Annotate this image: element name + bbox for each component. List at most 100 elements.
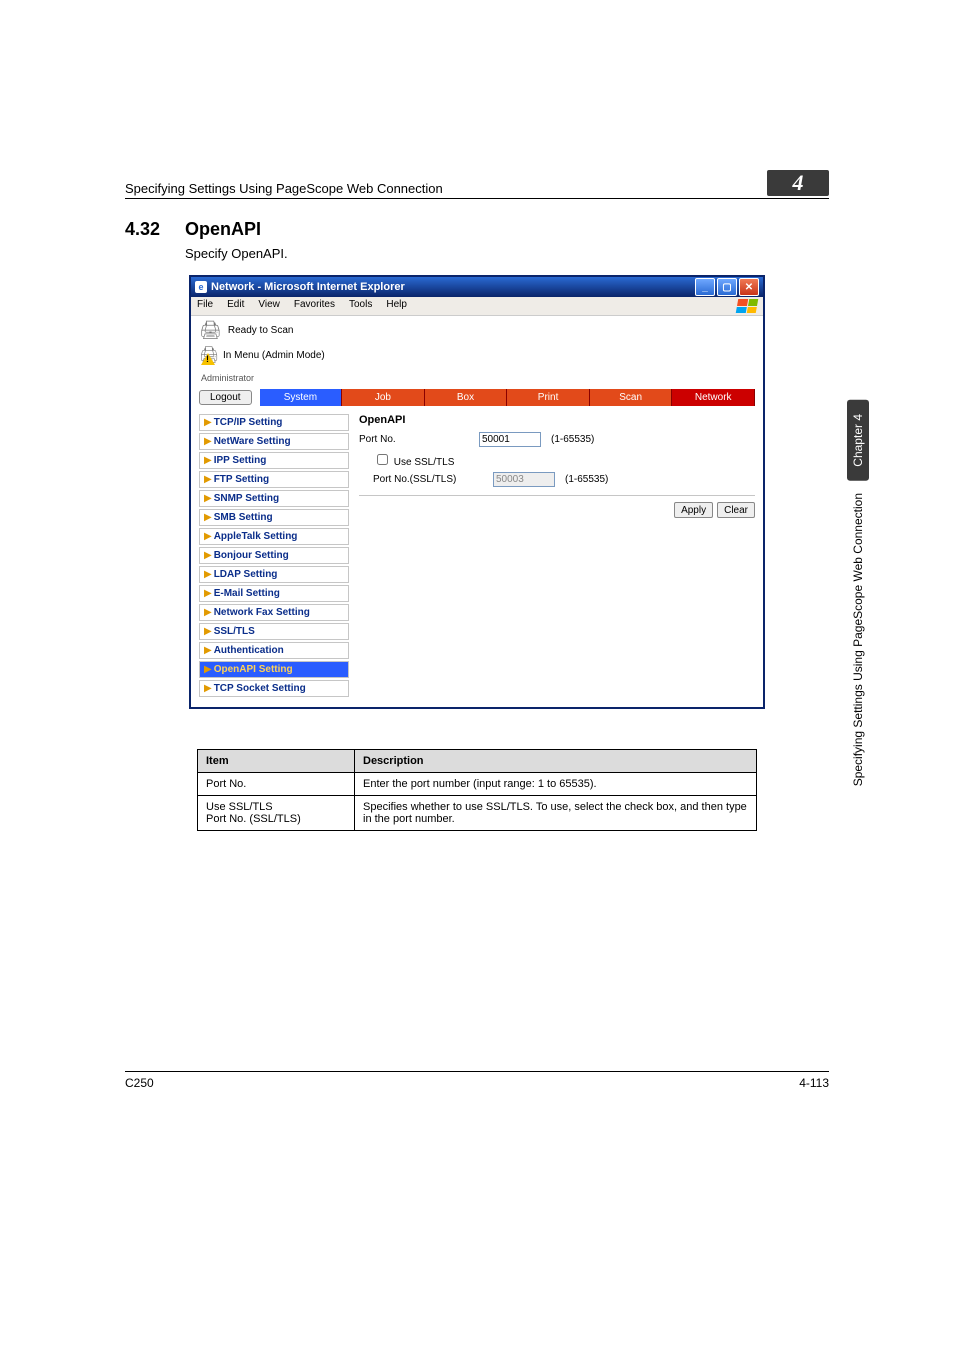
close-button[interactable]: ✕ bbox=[739, 278, 759, 296]
sidebar-item-label: IPP Setting bbox=[214, 455, 267, 466]
windows-flag-icon bbox=[736, 299, 758, 313]
footer-left: C250 bbox=[125, 1076, 154, 1090]
section-body-text: Specify OpenAPI. bbox=[185, 246, 829, 261]
panel-heading: OpenAPI bbox=[359, 414, 755, 426]
chevron-right-icon: ▶ bbox=[204, 607, 212, 618]
sidebar-item-label: SMB Setting bbox=[214, 512, 273, 523]
table-row: Use SSL/TLS Port No. (SSL/TLS) Specifies… bbox=[198, 796, 757, 831]
table-cell-item: Port No. bbox=[198, 773, 355, 796]
tab-print[interactable]: Print bbox=[507, 389, 590, 406]
table-head-item: Item bbox=[198, 750, 355, 773]
warning-icon: 🖨 bbox=[199, 345, 217, 367]
ssl-port-range: (1-65535) bbox=[565, 474, 608, 485]
sidebar-item-label: TCP/IP Setting bbox=[214, 417, 283, 428]
sidebar-item-appletalk[interactable]: ▶AppleTalk Setting bbox=[199, 528, 349, 545]
chevron-right-icon: ▶ bbox=[204, 493, 212, 504]
chevron-right-icon: ▶ bbox=[204, 550, 212, 561]
status-strip: 🖨 Ready to Scan bbox=[191, 316, 763, 345]
sidebar-item-label: TCP Socket Setting bbox=[214, 683, 306, 694]
ssl-port-label: Port No.(SSL/TLS) bbox=[359, 474, 483, 485]
ssl-port-input[interactable] bbox=[493, 472, 555, 487]
page-header-title: Specifying Settings Using PageScope Web … bbox=[125, 181, 767, 196]
menubar: File Edit View Favorites Tools Help bbox=[191, 297, 763, 316]
port-input[interactable] bbox=[479, 432, 541, 447]
sidebar-item-label: SSL/TLS bbox=[214, 626, 255, 637]
openapi-panel: OpenAPI Port No. (1-65535) Use SSL/TLS bbox=[359, 414, 755, 697]
sidebar-item-label: AppleTalk Setting bbox=[214, 531, 298, 542]
menu-view[interactable]: View bbox=[258, 299, 280, 313]
menu-file[interactable]: File bbox=[197, 299, 213, 313]
sidebar-item-ipp[interactable]: ▶IPP Setting bbox=[199, 452, 349, 469]
ie-icon: e bbox=[195, 281, 207, 293]
chevron-right-icon: ▶ bbox=[204, 683, 212, 694]
sidebar-item-label: LDAP Setting bbox=[214, 569, 278, 580]
sidebar-item-ldap[interactable]: ▶LDAP Setting bbox=[199, 566, 349, 583]
sidebar-item-ssltls[interactable]: ▶SSL/TLS bbox=[199, 623, 349, 640]
sidebar-item-openapi[interactable]: ▶OpenAPI Setting bbox=[199, 661, 349, 678]
menu-tools[interactable]: Tools bbox=[349, 299, 372, 313]
table-row: Port No. Enter the port number (input ra… bbox=[198, 773, 757, 796]
sidebar-item-label: SNMP Setting bbox=[214, 493, 279, 504]
sidebar-item-smb[interactable]: ▶SMB Setting bbox=[199, 509, 349, 526]
chevron-right-icon: ▶ bbox=[204, 436, 212, 447]
sidebar-item-authentication[interactable]: ▶Authentication bbox=[199, 642, 349, 659]
sidebar-item-netware[interactable]: ▶NetWare Setting bbox=[199, 433, 349, 450]
admin-label: Administrator bbox=[191, 371, 763, 385]
chapter-pill: Chapter 4 bbox=[847, 400, 869, 481]
sidebar-item-label: NetWare Setting bbox=[214, 436, 291, 447]
footer-right: 4-113 bbox=[799, 1076, 829, 1090]
sidebar: ▶TCP/IP Setting ▶NetWare Setting ▶IPP Se… bbox=[199, 414, 349, 697]
use-ssl-checkbox[interactable] bbox=[377, 454, 388, 465]
chevron-right-icon: ▶ bbox=[204, 455, 212, 466]
sidebar-item-networkfax[interactable]: ▶Network Fax Setting bbox=[199, 604, 349, 621]
sidebar-item-ftp[interactable]: ▶FTP Setting bbox=[199, 471, 349, 488]
sidebar-item-label: Authentication bbox=[214, 645, 284, 656]
sidebar-item-label: Bonjour Setting bbox=[214, 550, 289, 561]
tab-system[interactable]: System bbox=[260, 389, 343, 406]
logout-button[interactable]: Logout bbox=[199, 390, 252, 405]
sidebar-item-label: FTP Setting bbox=[214, 474, 269, 485]
printer-icon: 🖨 bbox=[199, 320, 222, 341]
chevron-right-icon: ▶ bbox=[204, 645, 212, 656]
minimize-button[interactable]: _ bbox=[695, 278, 715, 296]
sidebar-item-email[interactable]: ▶E-Mail Setting bbox=[199, 585, 349, 602]
chevron-right-icon: ▶ bbox=[204, 569, 212, 580]
section-number: 4.32 bbox=[125, 219, 169, 240]
sidebar-item-label: OpenAPI Setting bbox=[214, 664, 293, 675]
description-table: Item Description Port No. Enter the port… bbox=[197, 749, 757, 831]
sidebar-item-tcpip[interactable]: ▶TCP/IP Setting bbox=[199, 414, 349, 431]
tab-network[interactable]: Network bbox=[672, 389, 755, 406]
sidebar-item-label: Network Fax Setting bbox=[214, 607, 310, 618]
window-title: Network - Microsoft Internet Explorer bbox=[211, 281, 691, 293]
status-line1: Ready to Scan bbox=[228, 325, 294, 337]
side-vertical-text: Specifying Settings Using PageScope Web … bbox=[847, 483, 869, 796]
menu-help[interactable]: Help bbox=[386, 299, 407, 313]
chevron-right-icon: ▶ bbox=[204, 664, 212, 675]
maximize-button[interactable]: ▢ bbox=[717, 278, 737, 296]
table-head-desc: Description bbox=[355, 750, 757, 773]
chevron-right-icon: ▶ bbox=[204, 626, 212, 637]
sidebar-item-tcpsocket[interactable]: ▶TCP Socket Setting bbox=[199, 680, 349, 697]
sidebar-item-bonjour[interactable]: ▶Bonjour Setting bbox=[199, 547, 349, 564]
tab-box[interactable]: Box bbox=[425, 389, 508, 406]
tab-scan[interactable]: Scan bbox=[590, 389, 673, 406]
ie-window: e Network - Microsoft Internet Explorer … bbox=[189, 275, 765, 709]
clear-button[interactable]: Clear bbox=[717, 502, 755, 518]
menu-favorites[interactable]: Favorites bbox=[294, 299, 335, 313]
tab-job[interactable]: Job bbox=[342, 389, 425, 406]
section-title: OpenAPI bbox=[185, 219, 261, 240]
use-ssl-label: Use SSL/TLS bbox=[394, 457, 455, 468]
sidebar-item-label: E-Mail Setting bbox=[214, 588, 280, 599]
sidebar-item-snmp[interactable]: ▶SNMP Setting bbox=[199, 490, 349, 507]
chevron-right-icon: ▶ bbox=[204, 474, 212, 485]
table-cell-item: Use SSL/TLS Port No. (SSL/TLS) bbox=[198, 796, 355, 831]
chevron-right-icon: ▶ bbox=[204, 417, 212, 428]
apply-button[interactable]: Apply bbox=[674, 502, 713, 518]
table-cell-desc: Specifies whether to use SSL/TLS. To use… bbox=[355, 796, 757, 831]
menu-edit[interactable]: Edit bbox=[227, 299, 244, 313]
port-range: (1-65535) bbox=[551, 434, 594, 445]
chevron-right-icon: ▶ bbox=[204, 512, 212, 523]
port-label: Port No. bbox=[359, 434, 469, 445]
chevron-right-icon: ▶ bbox=[204, 531, 212, 542]
window-titlebar: e Network - Microsoft Internet Explorer … bbox=[191, 277, 763, 297]
